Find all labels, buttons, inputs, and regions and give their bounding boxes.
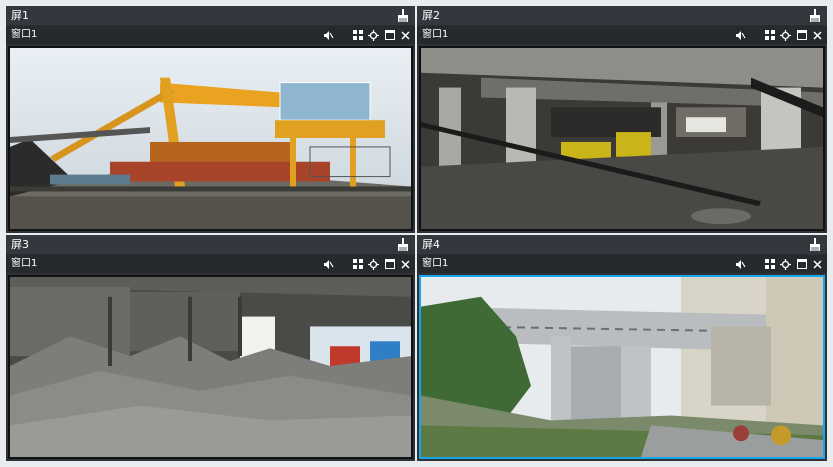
maximize-icon[interactable] [796,259,807,270]
grid-layout-icon[interactable] [764,259,775,270]
maximize-icon[interactable] [384,30,395,41]
ptz-direction-icon[interactable] [368,29,379,41]
window-bar: 窗口1 [6,255,415,273]
window-title: 窗口1 [11,29,38,40]
screen-header: 屏2 [417,6,827,26]
window-title: 窗口1 [11,258,38,269]
broom-icon[interactable] [808,8,822,23]
video-feed[interactable] [8,46,413,231]
screen-4[interactable]: 屏4 窗口1 [417,235,827,461]
maximize-icon[interactable] [384,259,395,270]
screen-2[interactable]: 屏2 窗口1 [417,6,827,233]
grid-layout-icon[interactable] [764,30,775,41]
speaker-icon[interactable] [735,259,746,270]
screen-title: 屏4 [422,238,440,251]
screen-header: 屏1 [6,6,415,26]
ptz-direction-icon[interactable] [368,258,379,270]
maximize-icon[interactable] [796,30,807,41]
broom-icon[interactable] [396,8,410,23]
close-icon[interactable] [400,30,411,41]
screen-3[interactable]: 屏3 窗口1 [6,235,415,461]
grid-layout-icon[interactable] [352,30,363,41]
broom-icon[interactable] [808,237,822,252]
screen-title: 屏3 [11,238,29,251]
video-feed-selected[interactable] [419,275,825,459]
broom-icon[interactable] [396,237,410,252]
ptz-direction-icon[interactable] [780,29,791,41]
window-title: 窗口1 [422,29,449,40]
grid-layout-icon[interactable] [352,259,363,270]
screen-title: 屏1 [11,9,29,22]
window-bar: 窗口1 [417,26,827,44]
close-icon[interactable] [400,259,411,270]
close-icon[interactable] [812,259,823,270]
ptz-direction-icon[interactable] [780,258,791,270]
window-bar: 窗口1 [417,255,827,273]
speaker-icon[interactable] [323,259,334,270]
close-icon[interactable] [812,30,823,41]
screen-header: 屏4 [417,235,827,255]
video-feed[interactable] [419,46,825,231]
video-feed[interactable] [8,275,413,459]
screen-header: 屏3 [6,235,415,255]
window-bar: 窗口1 [6,26,415,44]
video-wall-grid: 屏1 窗口1 屏2 窗口1 屏3 窗口1 屏4 窗口1 [6,6,827,461]
screen-title: 屏2 [422,9,440,22]
window-title: 窗口1 [422,258,449,269]
speaker-icon[interactable] [323,30,334,41]
speaker-icon[interactable] [735,30,746,41]
screen-1[interactable]: 屏1 窗口1 [6,6,415,233]
